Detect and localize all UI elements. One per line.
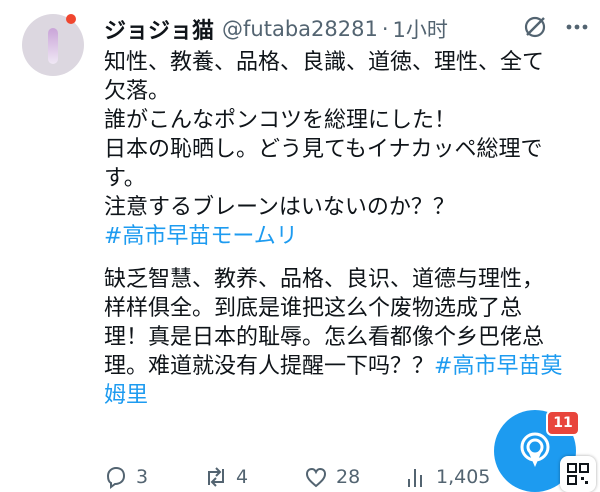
grok-icon[interactable] [522,14,548,44]
tweet-line: 样样俱全。到底是谁把这么个废物选成了总 [104,296,523,321]
tweet-line: 注意するブレーンはいないのか？？ [104,195,455,220]
tweet-header: ジョジョ猫 @futaba28281 · 1小时 [104,12,580,46]
hashtag-link[interactable]: #高市早苗モームリ [104,224,298,249]
timestamp[interactable]: 1小时 [393,14,448,44]
views-icon [408,468,422,487]
tweet-line: 欠落。 [104,79,171,104]
reply-button[interactable]: 3 [104,462,204,491]
reply-count: 3 [136,465,149,488]
avatar-figure [48,28,58,64]
notification-badge: 11 [546,410,580,436]
more-icon[interactable] [564,14,590,44]
like-button[interactable]: 28 [304,462,404,491]
avatar[interactable] [22,14,84,76]
qr-icon [567,463,589,485]
hashtag-link[interactable]: #高市早苗莫 [434,354,562,379]
like-count: 28 [336,465,361,488]
tweet-line: 知性、教養、品格、良識、道徳、理性、全て [104,50,545,75]
tweet-line: 理！真是日本的耻辱。怎么看都像个乡巴佬总 [104,325,545,350]
qr-button[interactable] [560,456,596,492]
tweet-text: 知性、教養、品格、良識、道徳、理性、全て 欠落。 誰がこんなポンコツを総理にした… [104,48,574,410]
retweet-count: 4 [236,465,249,488]
tweet-line: 缺乏智慧、教养、品格、良识、道德与理性， [104,267,545,292]
tweet-line: 日本の恥晒し。どう見てもイナカッペ総理で [104,137,543,162]
retweet-icon [208,466,224,487]
display-name[interactable]: ジョジョ猫 [104,13,214,45]
tweet-line: 理。难道就没有人提醒一下吗？？ [104,354,435,379]
header-separator: · [381,17,389,41]
retweet-button[interactable]: 4 [204,462,304,491]
hashtag-link-continued[interactable]: 姆里 [104,383,148,408]
avatar-status-dot [66,14,76,24]
user-handle[interactable]: @futaba28281 [222,17,378,41]
reply-icon [106,466,126,489]
tweet-actions: 3 4 28 1,405 [104,462,524,491]
tweet-line: 誰がこんなポンコツを総理にした！ [104,108,457,133]
header-actions [522,14,590,44]
like-icon [305,467,327,487]
views-button[interactable]: 1,405 [404,462,504,491]
tweet-line: す。 [104,166,146,191]
views-count: 1,405 [436,465,491,488]
